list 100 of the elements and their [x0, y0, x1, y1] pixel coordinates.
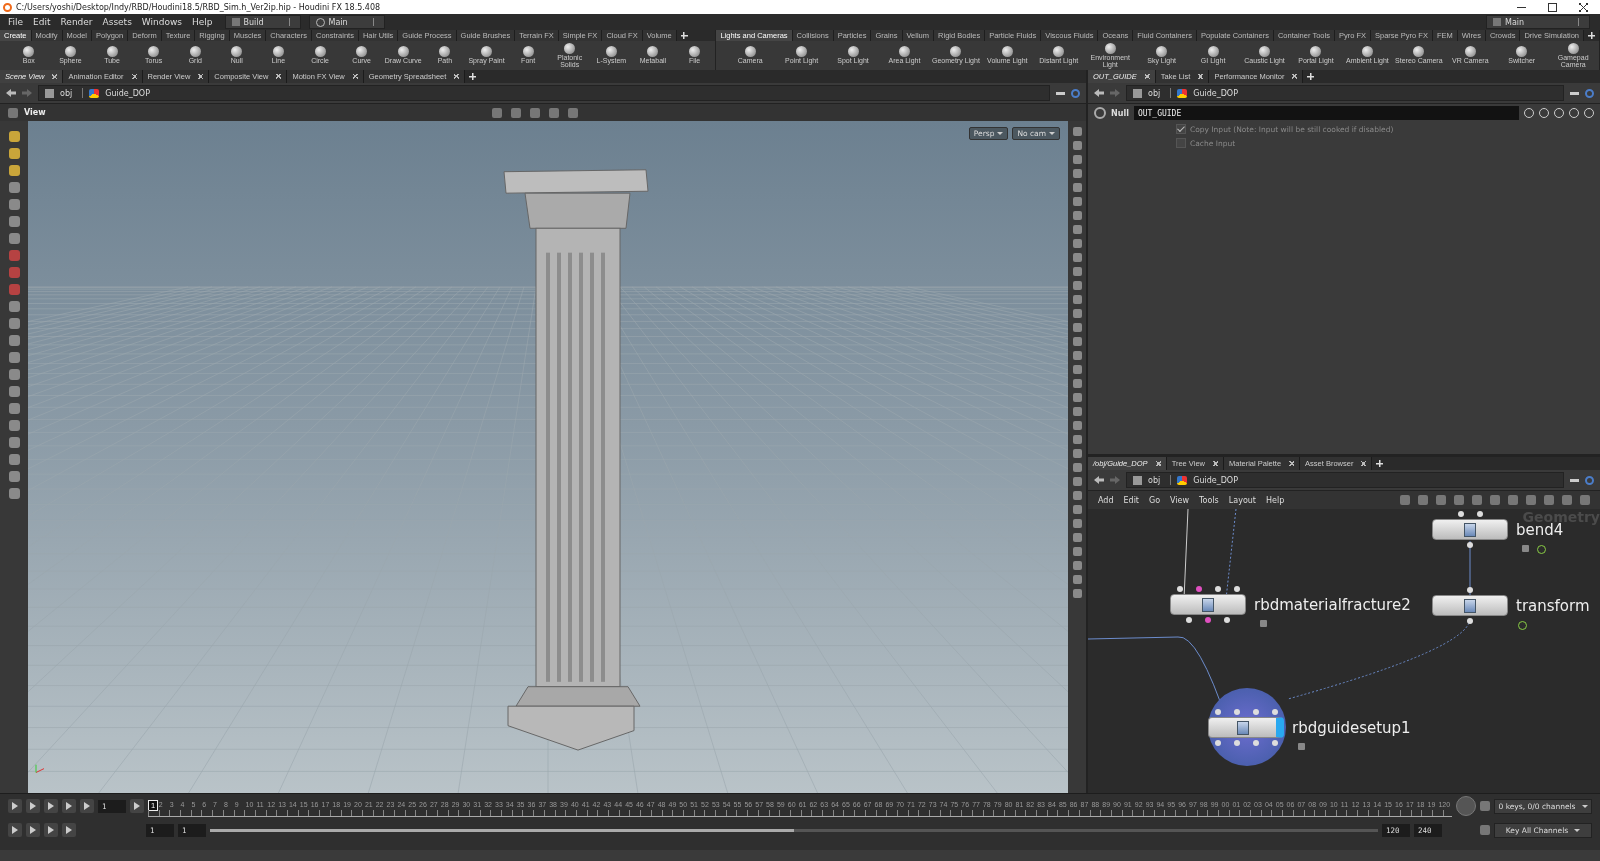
tool-icon[interactable] [8, 437, 20, 448]
tool-icon[interactable] [8, 182, 20, 193]
add-tab-icon[interactable] [469, 73, 477, 80]
desktop-dropdown[interactable]: Build [224, 15, 301, 29]
tool-icon[interactable] [8, 267, 20, 278]
view-tool-icon[interactable] [491, 107, 502, 118]
tool-icon[interactable] [8, 131, 20, 142]
tool-icon[interactable] [8, 403, 20, 414]
pin-icon[interactable] [1570, 91, 1579, 95]
node-label: rbdguidesetup1 [1292, 718, 1411, 737]
maximize-button[interactable] [1548, 2, 1557, 12]
tool-icon[interactable] [8, 250, 20, 261]
path-item[interactable]: Guide_DOP [105, 88, 150, 98]
view-tool-icon[interactable] [510, 107, 521, 118]
path-bar[interactable]: obj Guide_DOP [1126, 85, 1564, 101]
playback-button[interactable] [26, 799, 40, 813]
tool-icon[interactable] [8, 454, 20, 465]
view-tool-icon[interactable] [548, 107, 559, 118]
tool-icon[interactable] [8, 352, 20, 363]
tool-icon[interactable] [8, 471, 20, 482]
close-icon[interactable] [454, 74, 460, 79]
path-item[interactable]: Guide_DOP [1193, 88, 1238, 98]
tool-icon[interactable] [8, 335, 20, 346]
menu-item[interactable]: Help [188, 17, 217, 27]
link-icon[interactable] [1585, 475, 1594, 485]
path-bar[interactable]: obj Guide_DOP [1126, 472, 1564, 488]
close-icon[interactable] [352, 74, 358, 79]
path-item[interactable]: obj [1148, 88, 1161, 98]
menu-item[interactable]: Render [56, 17, 97, 27]
view-tool-icon[interactable] [529, 107, 540, 118]
timeline-option-button[interactable] [44, 823, 58, 837]
key-icon[interactable] [1456, 796, 1476, 816]
tool-icon[interactable] [8, 386, 20, 397]
close-icon[interactable] [1361, 461, 1367, 466]
range-slider-fill[interactable] [210, 828, 794, 832]
menu-item[interactable]: Tools [1199, 495, 1219, 505]
tool-icon[interactable] [8, 233, 20, 244]
menu-item[interactable]: Edit [1123, 495, 1139, 505]
add-tab-icon[interactable] [1307, 73, 1315, 80]
node-name-field[interactable]: OUT_GUIDE [1133, 106, 1519, 120]
pin-icon[interactable] [1570, 478, 1579, 482]
link-icon[interactable] [1585, 88, 1594, 98]
close-icon[interactable] [1198, 74, 1204, 79]
view-tool-icon[interactable] [567, 107, 578, 118]
step-button[interactable] [130, 799, 144, 813]
tool-icon[interactable] [8, 318, 20, 329]
checkbox[interactable] [1176, 124, 1186, 134]
network-node[interactable] [1432, 511, 1508, 548]
close-icon[interactable] [198, 74, 204, 79]
menu-item[interactable]: Windows [137, 17, 187, 27]
close-icon[interactable] [276, 74, 282, 79]
range-slider[interactable] [210, 828, 1378, 832]
add-tab-icon[interactable] [680, 32, 688, 39]
tool-icon[interactable] [8, 420, 20, 431]
close-icon[interactable] [1289, 461, 1295, 466]
menu-item[interactable]: Edit [29, 17, 55, 27]
playback-button[interactable] [8, 799, 22, 813]
close-icon[interactable] [1213, 461, 1218, 466]
checkbox[interactable] [1176, 138, 1186, 148]
tool-icon[interactable] [8, 199, 20, 210]
tool-icon[interactable] [8, 488, 20, 499]
layout-dropdown[interactable]: Main [1486, 15, 1590, 29]
tool-icon[interactable] [8, 369, 20, 380]
close-icon[interactable] [1292, 74, 1298, 79]
menu-item[interactable]: Add [1098, 495, 1114, 505]
menu-item[interactable]: Layout [1228, 495, 1256, 505]
close-icon[interactable] [1155, 461, 1161, 466]
menu-item[interactable]: Help [1266, 495, 1285, 505]
pin-icon[interactable] [1056, 91, 1065, 95]
menu-item[interactable]: Go [1149, 495, 1161, 505]
timeline-option-button[interactable] [62, 823, 76, 837]
menu-item[interactable]: View [1170, 495, 1190, 505]
channel-icon[interactable] [1480, 801, 1490, 811]
close-icon[interactable] [52, 74, 58, 79]
add-tab-icon[interactable] [1588, 32, 1595, 39]
add-tab-icon[interactable] [1376, 460, 1384, 467]
link-icon[interactable] [1071, 88, 1080, 98]
path-item[interactable]: Guide_DOP [1193, 475, 1238, 485]
tool-icon[interactable] [8, 165, 20, 176]
playback-button[interactable] [80, 799, 94, 813]
tool-icon[interactable] [8, 148, 20, 159]
playback-button[interactable] [62, 799, 76, 813]
path-item[interactable]: obj [60, 88, 73, 98]
timeline-option-button[interactable] [8, 823, 22, 837]
layout-dropdown[interactable]: Main [308, 15, 385, 29]
timeline-option-button[interactable] [26, 823, 40, 837]
network-node[interactable] [1432, 587, 1508, 624]
path-bar[interactable]: obj Guide_DOP [38, 85, 1050, 101]
channel-icon[interactable] [1480, 825, 1490, 835]
playback-button[interactable] [44, 799, 58, 813]
tool-icon[interactable] [8, 216, 20, 227]
menu-item[interactable]: File [4, 17, 28, 27]
close-icon[interactable] [1144, 74, 1150, 79]
tool-icon[interactable] [8, 301, 20, 312]
menu-item[interactable]: Assets [98, 17, 136, 27]
network-node[interactable] [1170, 586, 1246, 623]
path-item[interactable]: obj [1148, 475, 1161, 485]
close-icon[interactable] [131, 74, 137, 79]
close-button[interactable] [1579, 2, 1588, 12]
tool-icon[interactable] [8, 284, 20, 295]
